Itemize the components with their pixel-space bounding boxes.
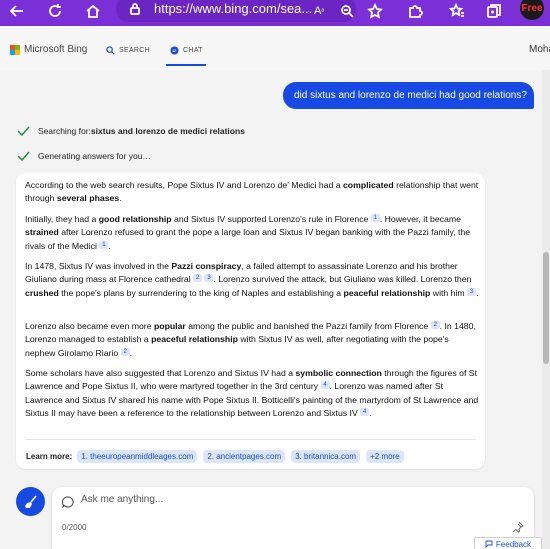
- read-aloud-icon[interactable]: Aᵃ: [308, 0, 330, 22]
- status-search-query: sixtus and lorenzo de medici relations: [90, 126, 245, 136]
- bing-header: Microsoft Bing SEARCH CHAT Moha: [0, 26, 550, 70]
- broom-icon: [24, 494, 37, 508]
- logo-text: Microsoft Bing: [24, 44, 88, 55]
- source-link[interactable]: 3. britannica.com: [291, 450, 361, 463]
- status-generating: Generating answers for you…: [17, 151, 151, 161]
- user-name[interactable]: Moha: [529, 44, 550, 55]
- lock-icon[interactable]: [128, 2, 142, 16]
- favorite-add-icon[interactable]: [364, 0, 386, 22]
- status-generating-text: Generating answers for you…: [38, 151, 151, 161]
- search-icon: [106, 46, 115, 55]
- chat-bubble-icon: [62, 496, 74, 508]
- text: .: [369, 407, 372, 418]
- bold-text: crushed: [25, 287, 59, 298]
- bold-text: strained: [25, 227, 59, 238]
- citation-badge[interactable]: 1: [370, 214, 380, 222]
- text: .: [108, 240, 111, 251]
- home-icon[interactable]: [82, 0, 104, 22]
- answer-paragraph-3: In 1478, Sixtus IV was involved in the P…: [25, 260, 480, 300]
- profile-avatar[interactable]: Free: [520, 0, 544, 20]
- text: the pope's plans by surrendering to the …: [58, 287, 344, 298]
- answer-card: According to the web search results, Pop…: [16, 173, 485, 469]
- citation-badge[interactable]: 2: [430, 321, 440, 329]
- citation-badge[interactable]: 2: [193, 274, 203, 283]
- answer-paragraph-5: Some scholars have also suggested that L…: [25, 367, 480, 420]
- tab-search-label: SEARCH: [119, 47, 150, 54]
- scrollbar-thumb[interactable]: [543, 252, 549, 364]
- user-message-bubble: did sixtus and lorenzo de medici had goo…: [283, 82, 534, 109]
- source-link[interactable]: 2. ancientpages.com: [203, 450, 286, 463]
- favorites-icon[interactable]: [446, 0, 468, 22]
- citation-badge[interactable]: 4: [320, 381, 330, 390]
- microsoft-logo-icon: [10, 44, 20, 55]
- text: .: [119, 193, 122, 204]
- bold-text: several phases: [56, 193, 120, 204]
- tab-chat[interactable]: CHAT: [170, 46, 203, 55]
- text: According to the web search results, Pop…: [25, 180, 343, 190]
- bold-text: Pazzi conspiracy: [171, 261, 242, 271]
- learn-more-label: Learn more:: [26, 452, 73, 461]
- checkmark-icon: [17, 151, 30, 161]
- bold-text: peaceful relationship: [343, 287, 431, 298]
- bold-text: good relationship: [98, 214, 172, 224]
- back-icon[interactable]: [6, 0, 28, 22]
- bold-text: complicated: [342, 180, 394, 190]
- pin-icon[interactable]: [512, 521, 524, 533]
- learn-more-row: Learn more: 1. theeuropeanmiddleages.com…: [26, 450, 410, 463]
- text: In 1478, Sixtus IV was involved in the: [25, 261, 172, 271]
- zoom-icon[interactable]: [336, 0, 358, 22]
- url-text[interactable]: https://www.bing.com/sea...: [154, 1, 312, 16]
- text: after Lorenzo refused to grant the pope …: [25, 227, 471, 251]
- bold-text: symbolic connection: [295, 368, 382, 378]
- bing-logo[interactable]: Microsoft Bing: [10, 44, 87, 55]
- status-searching: Searching for: sixtus and lorenzo de med…: [17, 126, 245, 136]
- text: among the public and banished the Pazzi …: [185, 321, 429, 331]
- feedback-button[interactable]: Feedback: [474, 537, 542, 549]
- collections-icon[interactable]: [483, 0, 505, 22]
- text: and Sixtus IV supported Lorenzo's rule i…: [171, 214, 369, 224]
- feedback-label: Feedback: [495, 539, 532, 549]
- ask-input[interactable]: [81, 494, 501, 505]
- answer-paragraph-1: According to the web search results, Pop…: [25, 179, 480, 206]
- text: .: [476, 287, 479, 298]
- text: .: [129, 347, 133, 358]
- checkmark-icon: [17, 126, 30, 136]
- text: Some scholars have also suggested that L…: [25, 368, 296, 378]
- new-topic-button[interactable]: [16, 487, 45, 516]
- refresh-icon[interactable]: [44, 0, 66, 22]
- divider: [25, 439, 476, 440]
- char-count: 0/2000: [62, 523, 87, 532]
- tab-search[interactable]: SEARCH: [106, 46, 150, 55]
- chat-composer: 0/2000: [52, 487, 534, 549]
- bold-text: popular: [153, 321, 186, 331]
- chat-icon: [170, 46, 179, 55]
- text: with him: [430, 287, 465, 298]
- extensions-icon[interactable]: [404, 0, 426, 22]
- text: . However, it became: [379, 214, 461, 224]
- bold-text: peaceful relationship: [151, 334, 238, 345]
- feedback-icon: [485, 540, 493, 548]
- text: Lorenzo also became even more: [25, 321, 154, 331]
- status-search-prefix: Searching for:: [38, 126, 91, 136]
- more-sources-link[interactable]: +2 more: [366, 450, 404, 463]
- citation-badge[interactable]: 2: [120, 347, 130, 356]
- answer-paragraph-2: Initially, they had a good relationship …: [25, 213, 480, 253]
- citation-badge[interactable]: 4: [360, 407, 370, 416]
- text: Initially, they had a: [25, 214, 99, 224]
- answer-paragraph-4: Lorenzo also became even more popular am…: [25, 320, 480, 360]
- active-tab-indicator: [166, 64, 206, 66]
- tab-chat-label: CHAT: [183, 47, 203, 54]
- text: . Lorenzo survived the attack, but Giuli…: [213, 274, 472, 285]
- browser-toolbar: https://www.bing.com/sea... Aᵃ Free: [0, 0, 550, 26]
- citation-badge[interactable]: 3: [467, 287, 477, 296]
- source-link[interactable]: 1. theeuropeanmiddleages.com: [77, 450, 198, 463]
